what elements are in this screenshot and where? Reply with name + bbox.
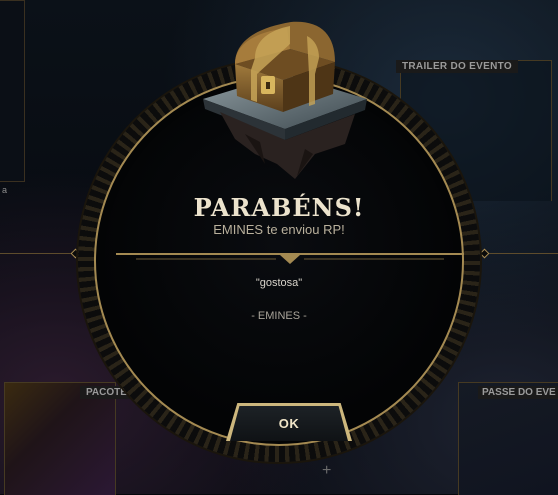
event-pass-label: PASSE DO EVE bbox=[478, 386, 558, 399]
event-trailer-label: TRAILER DO EVENTO bbox=[396, 60, 518, 73]
dialog-subtitle: EMINES te enviou RP! bbox=[213, 222, 345, 237]
gift-signature: - EMINES - bbox=[251, 310, 307, 322]
gift-message: "gostosa" bbox=[255, 277, 303, 289]
dialog-divider bbox=[116, 250, 464, 266]
left-gold-line bbox=[0, 253, 74, 254]
plus-icon: + bbox=[322, 462, 332, 479]
dialog-title: PARABÉNS! bbox=[193, 193, 365, 222]
ok-button[interactable]: OK bbox=[230, 406, 348, 441]
treasure-chest-icon bbox=[195, 14, 375, 184]
right-gold-line bbox=[486, 253, 558, 254]
left-side-panel: a bbox=[0, 0, 25, 195]
